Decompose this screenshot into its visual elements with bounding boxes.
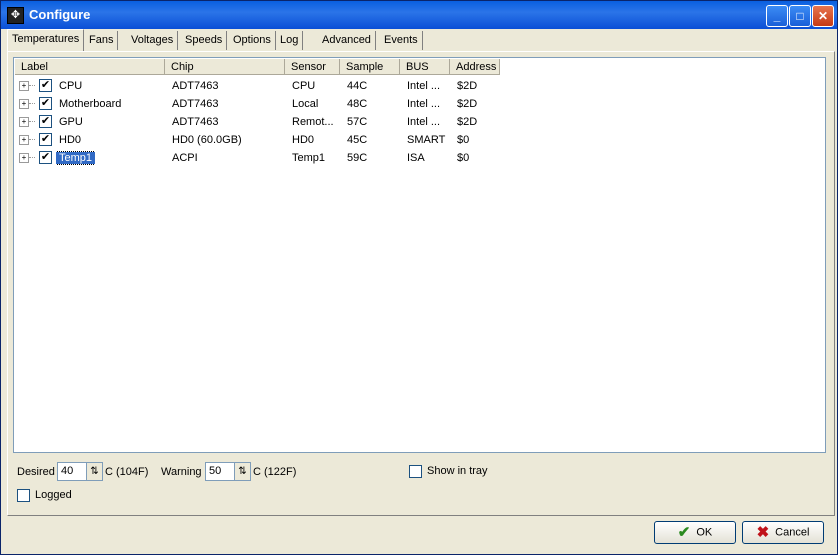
cancel-button[interactable]: ✖ Cancel — [742, 521, 824, 544]
show-in-tray-checkbox[interactable] — [409, 465, 422, 478]
tab-log[interactable]: Log — [276, 31, 304, 50]
expand-icon[interactable]: + — [19, 153, 29, 163]
tree-connector — [29, 85, 35, 86]
cell-address: $2D — [457, 80, 478, 92]
cell-sample: 59C — [347, 152, 368, 164]
show-in-tray-label: Show in tray — [427, 465, 488, 477]
tree-connector — [29, 139, 35, 140]
cell-sample: 45C — [347, 134, 368, 146]
tree-connector — [29, 121, 35, 122]
warning-stepper[interactable]: 50 ⇅ — [205, 462, 251, 481]
cell-sample: 44C — [347, 80, 368, 92]
row-checkbox[interactable]: ✔ — [39, 133, 52, 146]
cell-bus: Intel ... — [407, 98, 441, 110]
cell-sensor: HD0 — [292, 134, 315, 146]
cell-address: $0 — [457, 134, 470, 146]
cell-bus: Intel ... — [407, 80, 441, 92]
cell-address: $0 — [457, 152, 470, 164]
logged-label: Logged — [35, 489, 72, 501]
expand-icon[interactable]: + — [19, 117, 29, 127]
cell-label: GPU — [59, 116, 83, 128]
warning-unit: C (122F) — [253, 466, 297, 478]
cell-label-selected: Temp1 — [56, 151, 96, 165]
cell-label: HD0 — [59, 134, 82, 146]
sensor-list[interactable]: Label Chip Sensor Sample BUS Address + ✔… — [13, 57, 826, 453]
green-check-icon: ✔ — [677, 524, 691, 541]
tab-events[interactable]: Events — [380, 31, 423, 50]
desired-stepper[interactable]: 40 ⇅ — [57, 462, 103, 481]
cell-sample: 48C — [347, 98, 368, 110]
cell-bus: SMART — [407, 134, 446, 146]
cell-address: $2D — [457, 116, 478, 128]
maximize-button[interactable]: □ — [789, 5, 811, 27]
cell-sensor: Remot... — [292, 116, 334, 128]
expand-icon[interactable]: + — [19, 135, 29, 145]
tree-connector — [29, 103, 35, 104]
table-row[interactable]: + ✔ HD0 HD0 (60.0GB) HD0 45C SMART $0 — [14, 131, 514, 149]
column-header-chip[interactable]: Chip — [165, 59, 285, 75]
column-header-address[interactable]: Address — [450, 59, 500, 75]
spin-arrows-icon[interactable]: ⇅ — [234, 463, 250, 480]
cell-sensor: Local — [292, 98, 319, 110]
cell-sensor: CPU — [292, 80, 316, 92]
ok-button[interactable]: ✔ OK — [654, 521, 736, 544]
tab-fans[interactable]: Fans — [85, 31, 119, 50]
cell-chip: ADT7463 — [172, 116, 219, 128]
cell-chip: ADT7463 — [172, 80, 219, 92]
row-checkbox[interactable]: ✔ — [39, 151, 52, 164]
dialog-footer: ✔ OK ✖ Cancel — [7, 515, 833, 553]
column-header-bus[interactable]: BUS — [400, 59, 450, 75]
red-x-icon: ✖ — [756, 524, 770, 541]
cell-chip: HD0 (60.0GB) — [172, 134, 242, 146]
column-header-label[interactable]: Label — [15, 59, 165, 75]
warning-label: Warning — [161, 466, 202, 478]
column-header-sensor[interactable]: Sensor — [285, 59, 340, 75]
tab-advanced[interactable]: Advanced — [318, 31, 376, 50]
table-row[interactable]: + ✔ GPU ADT7463 Remot... 57C Intel ... $… — [14, 113, 514, 131]
table-row[interactable]: + ✔ CPU ADT7463 CPU 44C Intel ... $2D — [14, 77, 514, 95]
tab-temperatures[interactable]: Temperatures — [7, 29, 85, 51]
tab-voltages[interactable]: Voltages — [127, 31, 179, 50]
app-icon: ✥ — [7, 7, 24, 24]
cell-bus: Intel ... — [407, 116, 441, 128]
cell-sample: 57C — [347, 116, 368, 128]
desired-label: Desired — [17, 466, 55, 478]
tree-connector — [29, 157, 35, 158]
table-row[interactable]: + ✔ Temp1 ACPI Temp1 59C ISA $0 — [14, 149, 514, 167]
row-checkbox[interactable]: ✔ — [39, 115, 52, 128]
column-header-sample[interactable]: Sample — [340, 59, 400, 75]
ok-label: OK — [696, 526, 713, 539]
cell-chip: ACPI — [172, 152, 198, 164]
selected-label[interactable]: Temp1 — [56, 151, 96, 165]
table-row[interactable]: + ✔ Motherboard ADT7463 Local 48C Intel … — [14, 95, 514, 113]
cell-address: $2D — [457, 98, 478, 110]
cancel-label: Cancel — [775, 526, 810, 539]
cell-label: CPU — [59, 80, 83, 92]
title-bar[interactable]: ✥ Configure _ □ ✕ — [1, 1, 837, 29]
logged-checkbox[interactable] — [17, 489, 30, 502]
cell-sensor: Temp1 — [292, 152, 326, 164]
warning-value[interactable]: 50 — [209, 465, 221, 478]
cell-chip: ADT7463 — [172, 98, 219, 110]
cell-label: Motherboard — [59, 98, 122, 110]
cell-bus: ISA — [407, 152, 425, 164]
spin-arrows-icon[interactable]: ⇅ — [86, 463, 102, 480]
row-checkbox[interactable]: ✔ — [39, 79, 52, 92]
close-button[interactable]: ✕ — [812, 5, 834, 27]
expand-icon[interactable]: + — [19, 99, 29, 109]
expand-icon[interactable]: + — [19, 81, 29, 91]
desired-value[interactable]: 40 — [61, 465, 73, 478]
window-title: Configure — [29, 7, 91, 22]
desired-unit: C (104F) — [105, 466, 149, 478]
row-checkbox[interactable]: ✔ — [39, 97, 52, 110]
minimize-button[interactable]: _ — [766, 5, 788, 27]
tab-options[interactable]: Options — [229, 31, 276, 50]
configure-window: ✥ Configure _ □ ✕ Temperatures Fans Volt… — [0, 0, 838, 555]
tab-speeds[interactable]: Speeds — [181, 31, 228, 50]
